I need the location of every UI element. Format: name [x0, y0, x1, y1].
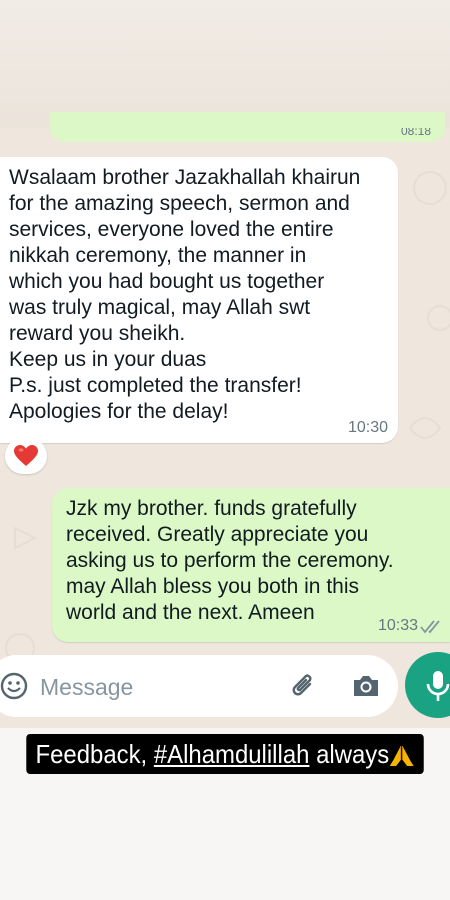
heart-icon	[14, 445, 38, 466]
outgoing-message-text: Jzk my brother. funds gratefully receive…	[66, 497, 394, 624]
camera-icon[interactable]	[351, 672, 381, 700]
message-composer	[0, 655, 398, 717]
story-caption: Feedback, #Alhamdulillah always	[0, 734, 450, 774]
incoming-message-bubble[interactable]: Wsalaam brother Jazakhallah khairun for …	[0, 157, 398, 443]
message-input[interactable]	[38, 669, 222, 705]
caption-text: Feedback, #Alhamdulillah always	[26, 734, 424, 774]
outgoing-message-bubble[interactable]: Jzk my brother. funds gratefully receive…	[52, 488, 450, 642]
previous-message-bubble[interactable]: 08:18	[50, 112, 445, 142]
incoming-message-time: 10:30	[347, 419, 388, 436]
praying-hands-icon	[389, 746, 414, 767]
emoji-icon[interactable]	[0, 672, 28, 700]
outgoing-message-time: 10:33	[377, 617, 418, 634]
previous-message-time: 08:18	[400, 128, 431, 138]
caption-prefix: Feedback,	[35, 739, 154, 769]
incoming-message-text: Wsalaam brother Jazakhallah khairun for …	[9, 166, 361, 423]
caption-suffix: always	[309, 739, 389, 769]
microphone-icon	[426, 671, 450, 701]
attachment-icon[interactable]	[288, 671, 320, 703]
message-reaction[interactable]	[5, 438, 47, 474]
caption-hashtag[interactable]: #Alhamdulillah	[154, 739, 310, 769]
double-check-icon	[420, 620, 440, 634]
